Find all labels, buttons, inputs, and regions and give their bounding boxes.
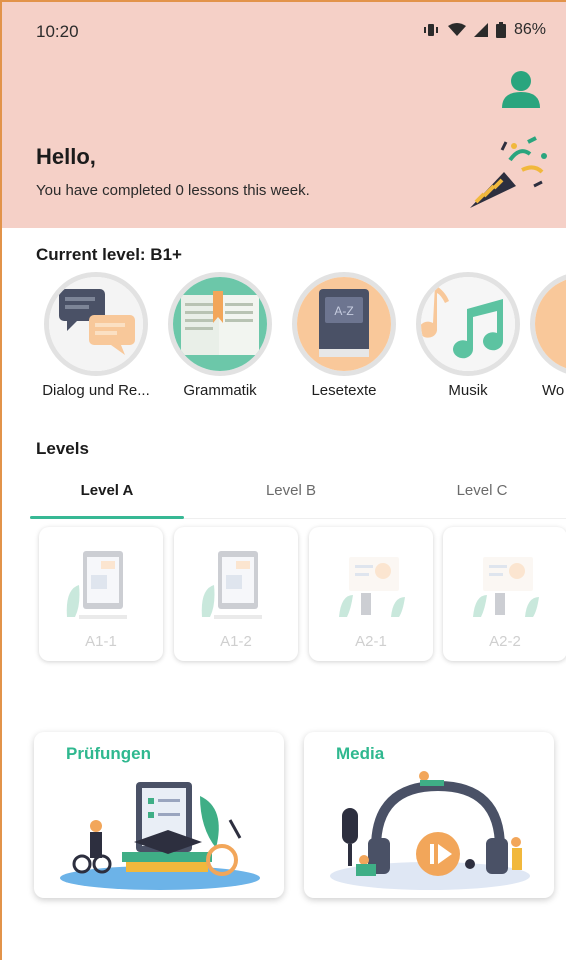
category-label: Dialog und Re... [42, 382, 150, 399]
vibrate-icon [422, 23, 440, 37]
level-card-label: A1-1 [85, 633, 117, 650]
header: 10:20 86% Hello, You have completed 0 le [2, 2, 566, 228]
level-card-label: A2-1 [355, 633, 387, 650]
greeting: Hello, [36, 144, 96, 169]
profile-icon[interactable] [500, 68, 542, 110]
wifi-icon [447, 23, 466, 37]
book-icon [168, 272, 272, 376]
level-card-a1-2[interactable]: A1-2 [174, 527, 298, 661]
partial-icon [530, 272, 566, 376]
status-icons: 86% [422, 21, 546, 39]
category-label: Lesetexte [311, 382, 377, 399]
signal-icon [473, 23, 488, 37]
battery-percent: 86% [513, 21, 546, 38]
music-note-icon [416, 272, 520, 376]
dialog-icon [44, 272, 148, 376]
level-illustration-icon [201, 551, 262, 619]
tab-level-c[interactable]: Level C [405, 482, 559, 499]
active-tab-indicator [30, 516, 184, 519]
category-dialog[interactable]: Dialog und Re... [34, 272, 158, 399]
category-partial[interactable]: Wo [530, 272, 566, 399]
media-card[interactable]: Media [304, 732, 554, 898]
levels-title: Levels [36, 439, 89, 458]
level-cards: A1-1 A1-2 A2-1 A2-2 [2, 527, 566, 667]
category-grammatik[interactable]: Grammatik [158, 272, 282, 399]
category-label: Wo [542, 382, 565, 399]
pruefungen-title: Prüfungen [66, 744, 151, 763]
current-level-label: Current level: B1+ [36, 245, 182, 264]
svg-text:A-Z: A-Z [334, 304, 353, 318]
dictionary-icon: A-Z [292, 272, 396, 376]
media-illustration-icon [330, 771, 530, 890]
level-card-label: A2-2 [489, 633, 521, 650]
level-tabs: Level A Level B Level C [30, 472, 566, 520]
category-label: Musik [448, 382, 488, 399]
level-illustration-icon [339, 557, 405, 617]
weekly-progress-text: You have completed 0 lessons this week. [36, 182, 310, 199]
exam-illustration-icon [60, 782, 260, 890]
tab-level-a[interactable]: Level A [30, 482, 184, 499]
level-card-label: A1-2 [220, 633, 252, 650]
category-lesetexte[interactable]: A-Z Lesetexte [282, 272, 406, 399]
pruefungen-card[interactable]: Prüfungen [34, 732, 284, 898]
level-card-a2-2[interactable]: A2-2 [443, 527, 566, 661]
category-carousel: Dialog und Re... Grammatik A-Z Lesetexte… [2, 272, 566, 402]
battery-icon [495, 22, 506, 38]
level-illustration-icon [66, 551, 127, 619]
status-time: 10:20 [36, 22, 79, 41]
tab-level-b[interactable]: Level B [214, 482, 368, 499]
media-title: Media [336, 744, 385, 763]
app-frame: 10:20 86% Hello, You have completed 0 le [0, 0, 566, 960]
category-label: Grammatik [183, 382, 257, 399]
category-musik[interactable]: Musik [406, 272, 530, 399]
level-card-a2-1[interactable]: A2-1 [309, 527, 433, 661]
party-popper-icon [464, 136, 550, 214]
level-illustration-icon [473, 557, 539, 617]
level-card-a1-1[interactable]: A1-1 [39, 527, 163, 661]
